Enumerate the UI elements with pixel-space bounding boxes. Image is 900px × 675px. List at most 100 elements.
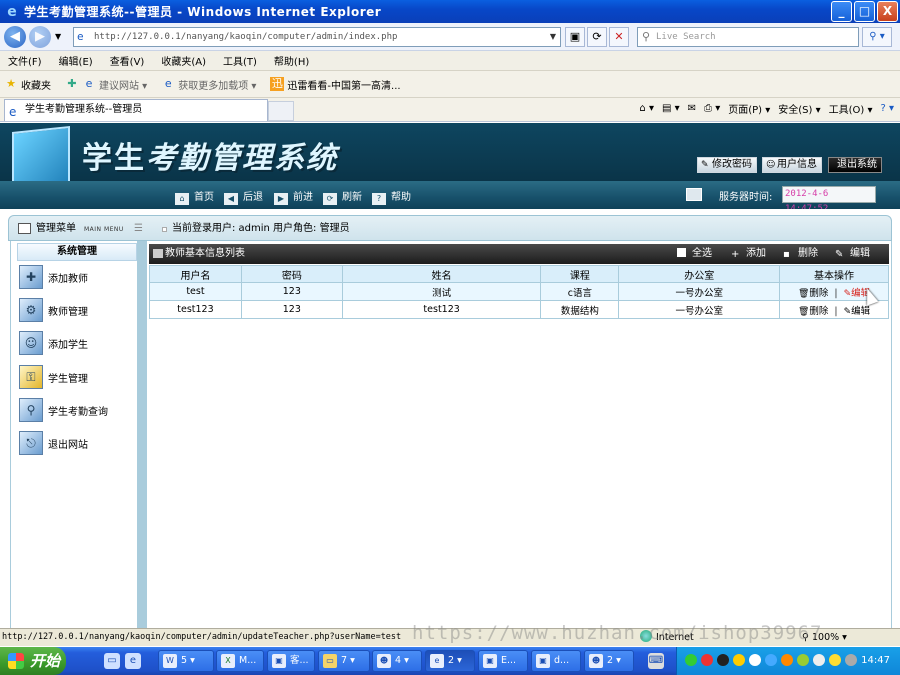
server-time: 服务器时间: 2012-4-6 14:47:52 [686, 185, 890, 214]
tray-icon[interactable] [845, 654, 857, 666]
table-title: 教师基本信息列表 [153, 244, 245, 264]
web-page: 学生考勤管理系统 ✎ 修改密码 ☺ 用户信息 退出系统 ⌂ 首页 ◀ 后退 ▶ 前进 ⟳ 刷… [0, 123, 900, 628]
change-password-button[interactable]: ✎ 修改密码 [697, 157, 757, 173]
suggested-sites-link[interactable]: ✚ e 建议网站 ▾ [65, 77, 147, 92]
back-link[interactable]: ◀ 后退 [224, 188, 263, 205]
menu-edit[interactable]: 编辑(E) [59, 53, 93, 68]
sidebar-item-student-manage[interactable]: ⚿ 学生管理 [19, 363, 88, 391]
safety-menu[interactable]: 安全(S) ▾ [778, 101, 820, 116]
favorites-bar: ★ 收藏夹 ✚ e 建议网站 ▾ e 获取更多加载项 ▾ 迅迅雷看看-中国第一高清... [0, 71, 900, 98]
logout-button[interactable]: 退出系统 [828, 157, 882, 173]
search-input[interactable]: ⚲ Live Search [637, 27, 859, 47]
maximize-button[interactable]: □ [854, 1, 875, 22]
feeds-icon[interactable]: ▤ ▾ [662, 103, 680, 114]
xunlei-link[interactable]: 迅迅雷看看-中国第一高清... [270, 77, 401, 92]
word-icon: W [163, 654, 177, 668]
folder-icon[interactable]: ▭ [104, 653, 120, 669]
menu-tools[interactable]: 工具(T) [223, 53, 257, 68]
taskbar-qq2[interactable]: ☻ 2 ▾ [584, 650, 634, 672]
checkbox-icon [677, 248, 686, 257]
home-link[interactable]: ⌂ 首页 [175, 188, 214, 205]
taskbar-e[interactable]: ▣ E... [478, 650, 528, 672]
window-title-bar: e 学生考勤管理系统--管理员 - Windows Internet Explo… [0, 0, 900, 23]
tray-icon[interactable] [797, 654, 809, 666]
menu-file[interactable]: 文件(F) [8, 53, 42, 68]
menu-favorites[interactable]: 收藏夹(A) [161, 53, 206, 68]
taskbar-app[interactable]: ▣ 客... [267, 650, 315, 672]
cell-username: test [149, 282, 242, 301]
tray-icon[interactable] [829, 654, 841, 666]
get-addons-link[interactable]: e 获取更多加载项 ▾ [161, 77, 257, 92]
menu-help[interactable]: 帮助(H) [274, 53, 309, 68]
sidebar-item-attendance-query[interactable]: ⚲ 学生考勤查询 [19, 396, 108, 424]
taskbar-word[interactable]: W5 ▾ [158, 650, 214, 672]
help-icon[interactable]: ? ▾ [880, 103, 894, 114]
new-tab-button[interactable] [268, 101, 294, 121]
left-sidebar: 系统管理 ✚ 添加教师 ⚙ 教师管理 ☺ 添加学生 ⚿ 学生管理 ⚲ 学生考勤查询 ⎋ 退出… [10, 241, 147, 628]
refresh-icon[interactable]: ⟳ [587, 27, 607, 47]
back-arrow-icon[interactable]: ◀ [4, 26, 26, 48]
system-tray: 14:47 [676, 647, 900, 675]
favorites-button[interactable]: ★ 收藏夹 [4, 77, 51, 92]
cell-course: 数据结构 [540, 300, 620, 319]
user-info-button[interactable]: ☺ 用户信息 [762, 157, 822, 173]
sidebar-item-add-student[interactable]: ☺ 添加学生 [19, 329, 88, 357]
window-title: 学生考勤管理系统--管理员 - Windows Internet Explore… [24, 5, 382, 19]
print-icon[interactable]: ⎙ ▾ [704, 103, 720, 114]
trash-icon: 🗑 [797, 288, 810, 299]
tools-menu[interactable]: 工具(O) ▾ [829, 101, 873, 116]
taskbar-ie[interactable]: e2 ▾ [425, 650, 475, 672]
tray-icon[interactable] [781, 654, 793, 666]
main-area: 管理菜单 MAIN MENU ☰ 当前登录用户: admin 用户角色: 管理员 … [0, 209, 900, 628]
start-button[interactable]: 开始 [0, 647, 66, 675]
folder-icon: ▭ [323, 654, 337, 668]
delete-button[interactable]: ▪ 删除 [783, 244, 818, 264]
ie-icon[interactable]: e [125, 653, 141, 669]
row-edit-link[interactable]: ✎编辑 [844, 306, 871, 317]
tray-icon[interactable] [717, 654, 729, 666]
edit-button[interactable]: ✎ 编辑 [835, 244, 870, 264]
taskbar-excel[interactable]: X M... [216, 650, 264, 672]
tray-icon[interactable] [685, 654, 697, 666]
page-menu[interactable]: 页面(P) ▾ [728, 101, 770, 116]
tray-icon[interactable] [813, 654, 825, 666]
address-dropdown-icon[interactable]: ▼ [546, 28, 560, 46]
taskbar-folders[interactable]: ▭ 7 ▾ [318, 650, 370, 672]
menu-view[interactable]: 查看(V) [110, 53, 145, 68]
history-dropdown-icon[interactable]: ▼ [55, 32, 61, 41]
taskbar-qq[interactable]: ☻ 4 ▾ [372, 650, 422, 672]
row-delete-link[interactable]: 🗑删除 [798, 306, 828, 317]
close-button[interactable]: X [877, 1, 898, 22]
add-button[interactable]: + 添加 [731, 244, 766, 264]
cell-office: 一号办公室 [618, 282, 781, 301]
compatibility-icon[interactable]: ▣ [565, 27, 585, 47]
sidebar-item-exit[interactable]: ⎋ 退出网站 [19, 429, 88, 457]
sidebar-item-add-teacher[interactable]: ✚ 添加教师 [19, 263, 88, 291]
keyboard-icon[interactable]: ⌨ [648, 653, 664, 669]
add-teacher-icon: ✚ [19, 265, 43, 289]
forward-arrow-icon[interactable]: ▶ [29, 26, 51, 48]
forward-link[interactable]: ▶ 前进 [274, 188, 313, 205]
row-delete-link[interactable]: 🗑删除 [798, 288, 828, 299]
address-input[interactable]: e http://127.0.0.1/nanyang/kaoqin/comput… [73, 27, 561, 47]
col-actions: 基本操作 [779, 265, 889, 283]
search-button[interactable]: ⚲ ▾ [862, 27, 892, 47]
stop-icon[interactable]: ✕ [609, 27, 629, 47]
sidebar-item-teacher-manage[interactable]: ⚙ 教师管理 [19, 296, 88, 324]
refresh-link[interactable]: ⟳ 刷新 [323, 188, 362, 205]
tray-icon[interactable] [765, 654, 777, 666]
minimize-button[interactable]: _ [831, 1, 852, 22]
qq-icon: ☻ [377, 654, 391, 668]
tray-icon[interactable] [733, 654, 745, 666]
help-link[interactable]: ? 帮助 [372, 188, 411, 205]
tray-icon[interactable] [749, 654, 761, 666]
tab-active[interactable]: e 学生考勤管理系统--管理员 [4, 99, 268, 121]
home-icon[interactable]: ⌂ ▾ [639, 103, 654, 114]
tray-icon[interactable] [701, 654, 713, 666]
taskbar-d[interactable]: ▣ d... [531, 650, 581, 672]
collapse-icon[interactable]: ☰ [134, 217, 143, 241]
ie-logo-icon: e [7, 3, 17, 20]
mail-icon[interactable]: ✉ [688, 103, 696, 114]
nav-toolbar: ⌂首页 ◀后退 ▶前进 ⟳刷新 ?帮助 服务器时间: 2012-4-6 14:4… [0, 181, 900, 214]
select-all-button[interactable]: 全选 [677, 244, 712, 264]
